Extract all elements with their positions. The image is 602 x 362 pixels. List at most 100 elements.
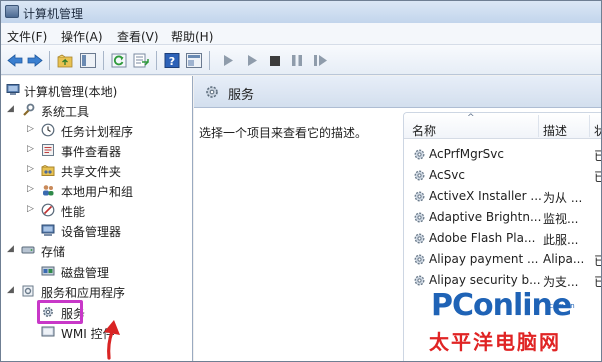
service-name: ActiveX Installer ... (429, 189, 542, 203)
annotation-arrow-icon (104, 320, 120, 360)
column-header-status[interactable]: 状 (594, 122, 601, 139)
service-description: 监视... (543, 212, 579, 226)
service-row[interactable]: AcSvc 已 (404, 165, 601, 186)
properties-icon[interactable] (185, 52, 203, 69)
service-gear-icon (412, 231, 427, 246)
menu-action[interactable]: 操作(A) (61, 28, 103, 45)
clock-icon (41, 123, 55, 137)
tree-item-label: 事件查看器 (61, 145, 122, 159)
service-gear-icon (412, 210, 427, 225)
help-icon[interactable]: ? (163, 52, 181, 69)
collapse-arrow-icon[interactable]: ◢ (7, 285, 14, 295)
event-viewer-icon (41, 143, 55, 157)
sort-ascending-icon: ^ (467, 113, 475, 123)
menu-bar: 文件(F) 操作(A) 查看(V) 帮助(H) (1, 23, 601, 45)
stop-icon[interactable] (266, 52, 284, 69)
computer-management-window: 计算机管理 文件(F) 操作(A) 查看(V) 帮助(H) ? 计算机管理(本地… (0, 0, 602, 362)
watermark-chinese: 太平洋电脑网 (429, 330, 561, 354)
service-status: 已 (594, 252, 601, 269)
collapse-arrow-icon[interactable]: ◢ (7, 244, 14, 254)
collapse-arrow-icon[interactable]: ◢ (7, 104, 14, 114)
services-apps-icon (21, 284, 35, 298)
title-bar: 计算机管理 (1, 1, 601, 23)
menu-view[interactable]: 查看(V) (117, 28, 159, 45)
description-prompt: 选择一个项目来查看它的描述。 (199, 126, 368, 140)
tree-item-label: 系统工具 (41, 105, 90, 119)
shared-folder-icon (41, 163, 55, 177)
watermark-domain: .com.cn (547, 302, 575, 310)
details-header: 服务 (194, 76, 601, 108)
service-name: Alipay payment ... (429, 252, 539, 266)
column-divider[interactable] (589, 115, 590, 137)
column-divider[interactable] (538, 115, 539, 137)
device-manager-icon (41, 223, 55, 237)
details-title: 服务 (228, 88, 255, 103)
service-status: 已 (594, 168, 601, 185)
service-status: 已 (594, 147, 601, 164)
play-alt-icon[interactable] (243, 52, 261, 69)
toolbar: ? (1, 45, 601, 75)
service-gear-icon (412, 273, 427, 288)
tree-item-label: 任务计划程序 (61, 125, 134, 139)
menu-file[interactable]: 文件(F) (7, 28, 47, 45)
toolbar-separator (209, 51, 210, 70)
toolbar-separator (49, 51, 50, 70)
service-name: Adaptive Brightn... (429, 210, 542, 224)
column-header-description[interactable]: 描述 (543, 122, 567, 139)
service-gear-icon (412, 147, 427, 162)
play-icon[interactable] (219, 52, 237, 69)
service-row[interactable]: Alipay payment ... Alipa... 已 (404, 249, 601, 270)
pause-icon[interactable] (288, 52, 306, 69)
service-gear-icon (412, 189, 427, 204)
expand-arrow-icon[interactable]: ▷ (27, 204, 34, 214)
service-description: 此服... (543, 233, 579, 247)
refresh-icon[interactable] (110, 52, 128, 69)
tree-item-label: 存储 (41, 245, 66, 259)
service-row[interactable]: ActiveX Installer ... 为从 ... (404, 186, 601, 207)
performance-icon (41, 203, 55, 217)
tree-item-label: 服务和应用程序 (41, 286, 126, 300)
console-tree (1, 76, 193, 361)
tree-item-label: 本地用户和组 (61, 185, 134, 199)
services-gear-icon (204, 84, 220, 100)
service-gear-icon (412, 168, 427, 183)
expand-arrow-icon[interactable]: ▷ (27, 184, 34, 194)
wmi-control-icon (41, 325, 55, 339)
service-name: Alipay security b... (429, 273, 541, 287)
service-description: 为从 ... (543, 191, 583, 205)
service-row[interactable]: Adaptive Brightn... 监视... (404, 207, 601, 228)
annotation-highlight-box (37, 300, 83, 324)
expand-arrow-icon[interactable]: ▷ (27, 124, 34, 134)
tree-item-label: 共享文件夹 (61, 165, 122, 179)
service-row[interactable]: AcPrfMgrSvc 已 (404, 144, 601, 165)
up-folder-icon[interactable] (56, 52, 74, 69)
expand-arrow-icon[interactable]: ▷ (27, 164, 34, 174)
tree-item-label: 磁盘管理 (61, 266, 110, 280)
expand-arrow-icon[interactable]: ▷ (27, 144, 34, 154)
service-name: Adobe Flash Pla... (429, 231, 536, 245)
forward-icon[interactable] (26, 52, 44, 69)
pconline-watermark: PConline .com.cn 太平洋电脑网 (421, 288, 601, 360)
restart-icon[interactable] (311, 52, 329, 69)
back-icon[interactable] (6, 52, 24, 69)
disk-management-icon (41, 264, 55, 278)
service-description: Alipa... (543, 252, 585, 266)
tree-item-label: 计算机管理(本地) (24, 85, 118, 99)
toolbar-separator (103, 51, 104, 70)
toolbar-separator (156, 51, 157, 70)
window-title: 计算机管理 (23, 7, 84, 21)
computer-management-icon (6, 83, 20, 97)
service-row[interactable]: Adobe Flash Pla... 此服... (404, 228, 601, 249)
tree-item-label: 性能 (61, 205, 86, 219)
service-name: AcPrfMgrSvc (429, 147, 504, 161)
menu-help[interactable]: 帮助(H) (171, 28, 213, 45)
storage-icon (21, 243, 35, 257)
service-name: AcSvc (429, 168, 465, 182)
show-hide-tree-icon[interactable] (79, 52, 97, 69)
service-gear-icon (412, 252, 427, 267)
column-header-name[interactable]: 名称 (412, 122, 436, 139)
svg-text:?: ? (169, 55, 175, 68)
services-column-header: ^ 名称 描述 状 (404, 113, 601, 139)
computer-management-app-icon (5, 5, 19, 18)
export-list-icon[interactable] (132, 52, 150, 69)
